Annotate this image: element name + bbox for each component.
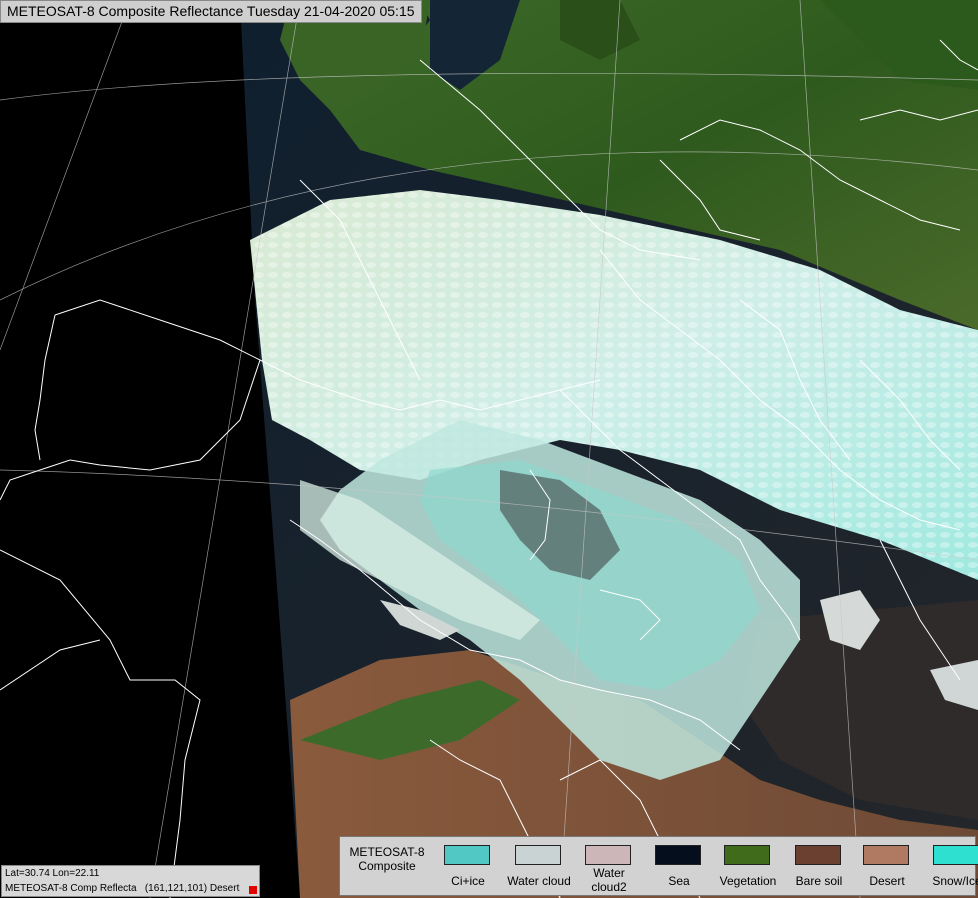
legend-item: Vegetation <box>712 843 784 895</box>
legend-item: Snow/Ice <box>921 843 978 895</box>
legend-item: Desert <box>851 843 923 895</box>
legend-title: METEOSAT-8 Composite <box>349 845 425 873</box>
legend-swatch <box>655 845 701 865</box>
legend-item: Water cloud <box>503 843 575 895</box>
legend-swatch <box>724 845 770 865</box>
map-title: METEOSAT-8 Composite Reflectance Tuesday… <box>0 0 422 23</box>
satellite-map[interactable] <box>0 0 978 898</box>
status-panel: Lat=30.74 Lon=22.11 METEOSAT-8 Comp Refl… <box>1 865 260 897</box>
legend-item: Sea <box>643 843 715 895</box>
legend-swatch <box>795 845 841 865</box>
legend-label: Snow/Ice <box>932 874 978 888</box>
legend-item: Water cloud2 <box>573 843 645 895</box>
legend-item: Ci+ice <box>432 843 504 895</box>
legend-panel: METEOSAT-8 Composite Ci+ice Water cloud Wa… <box>339 836 978 896</box>
legend-swatch <box>515 845 561 865</box>
legend-swatch <box>444 845 490 865</box>
coordinates-readout: Lat=30.74 Lon=22.11 <box>5 868 100 879</box>
legend-swatch <box>863 845 909 865</box>
legend-swatch <box>585 845 631 865</box>
legend-swatch <box>933 845 978 865</box>
product-readout: METEOSAT-8 Comp Reflecta (161,121,101) D… <box>5 883 240 894</box>
indicator-marker <box>249 886 257 894</box>
